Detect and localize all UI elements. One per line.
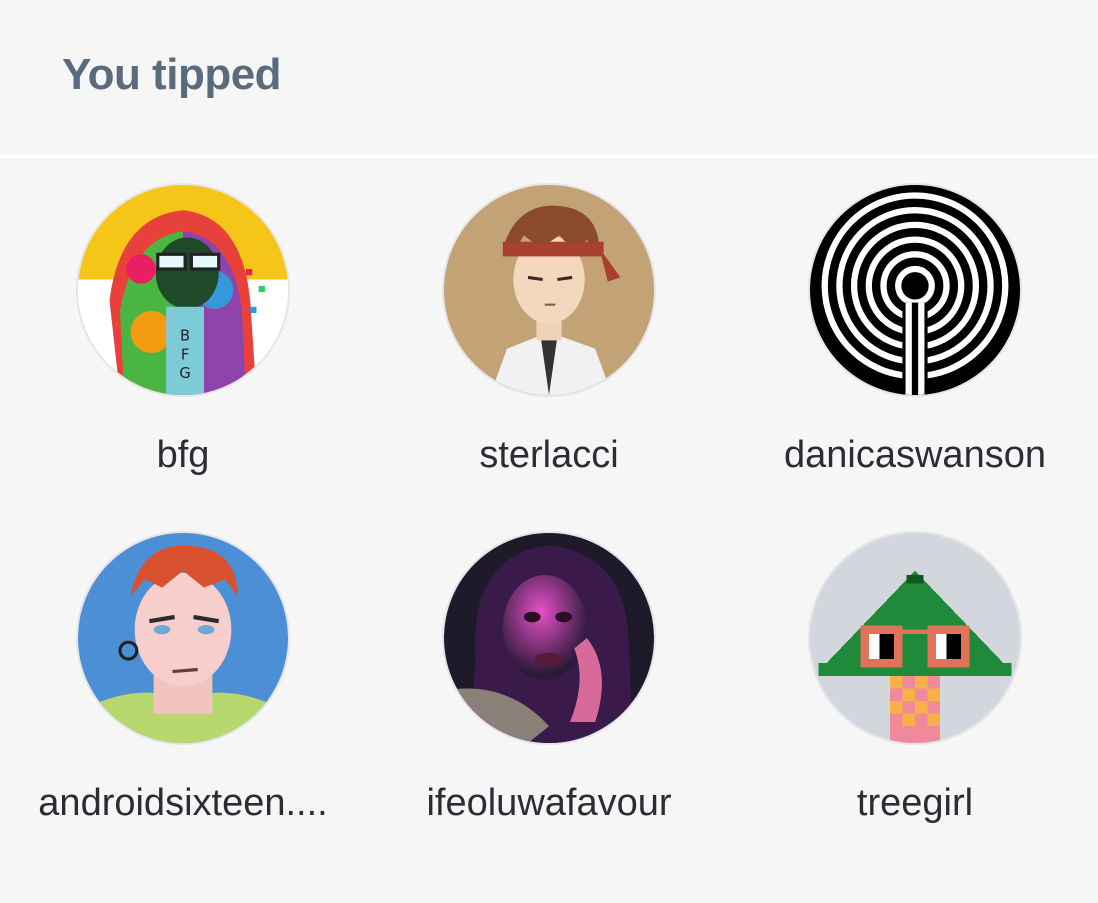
svg-text:G: G: [179, 365, 190, 382]
section-title: You tipped: [62, 50, 282, 99]
user-card-bfg[interactable]: B F G bfg: [0, 158, 366, 506]
labyrinth-avatar-icon[interactable]: [808, 183, 1022, 397]
username[interactable]: danicaswanson: [732, 434, 1098, 477]
username[interactable]: sterlacci: [366, 434, 732, 477]
user-card-ifeoluwafavour[interactable]: ifeoluwafavour: [366, 506, 732, 854]
anime-headband-avatar-icon[interactable]: [442, 183, 656, 397]
svg-text:B: B: [180, 327, 190, 344]
pixel-tree-avatar-icon[interactable]: [808, 531, 1022, 745]
portrait-photo-avatar-icon[interactable]: [442, 531, 656, 745]
section-header: You tipped: [0, 0, 1098, 155]
user-card-sterlacci[interactable]: sterlacci: [366, 158, 732, 506]
tipped-users-grid: B F G bfg sterlacci danicaswanson androi…: [0, 158, 1098, 854]
user-card-androidsixteen[interactable]: androidsixteen....: [0, 506, 366, 854]
user-card-treegirl[interactable]: treegirl: [732, 506, 1098, 854]
username[interactable]: ifeoluwafavour: [366, 782, 732, 825]
username[interactable]: bfg: [0, 434, 366, 477]
username[interactable]: androidsixteen....: [0, 782, 366, 825]
rainbow-hoodie-avatar-icon[interactable]: B F G: [76, 183, 290, 397]
redhead-android-avatar-icon[interactable]: [76, 531, 290, 745]
username[interactable]: treegirl: [732, 782, 1098, 825]
user-card-danicaswanson[interactable]: danicaswanson: [732, 158, 1098, 506]
svg-text:F: F: [181, 346, 189, 363]
